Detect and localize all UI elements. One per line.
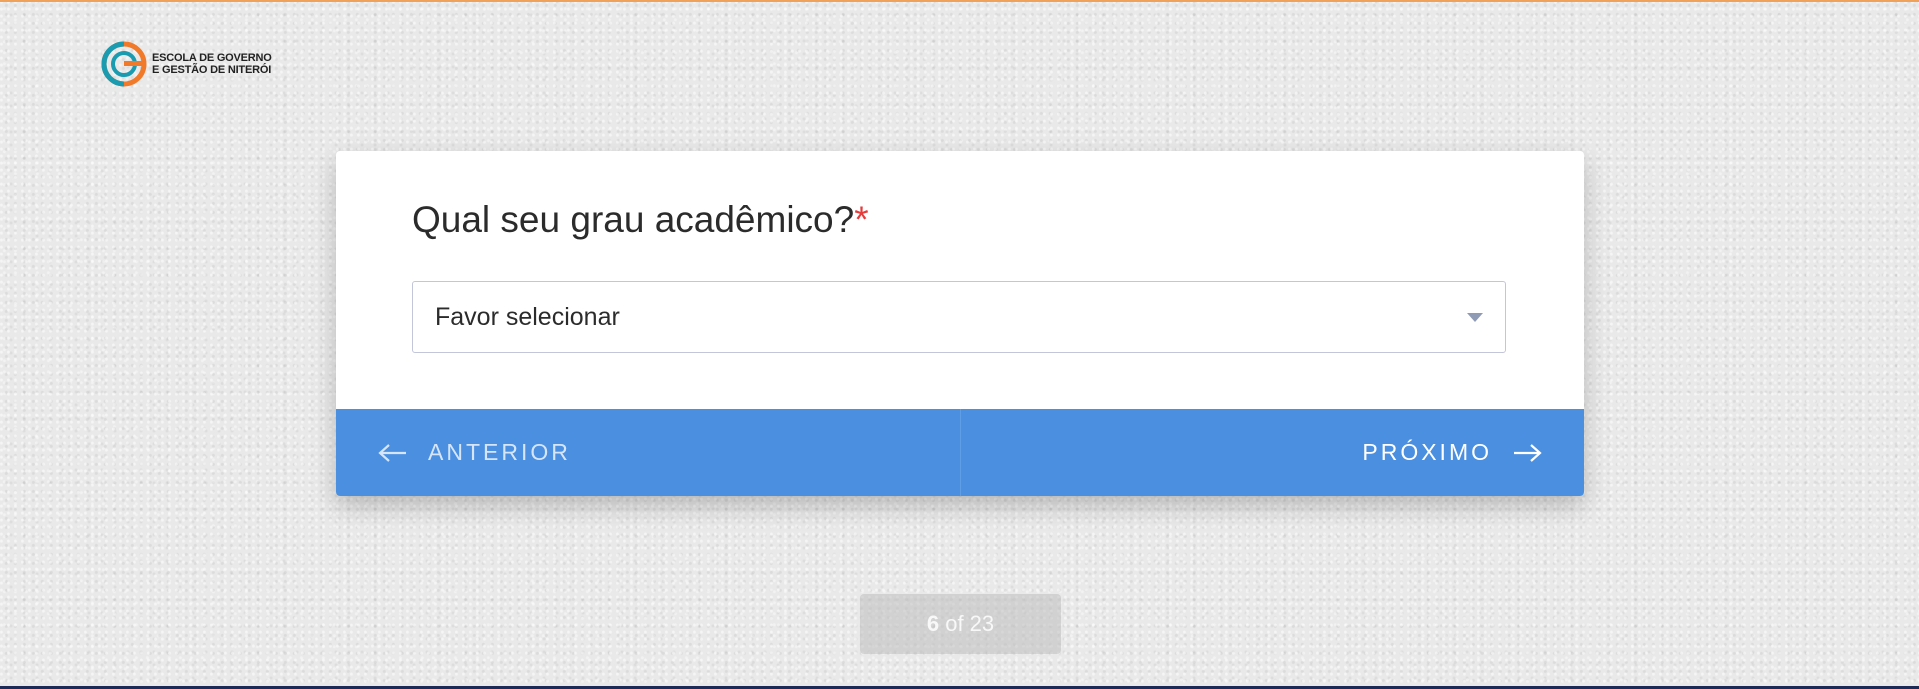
progress-indicator: 6 of 23 [860,594,1061,654]
arrow-right-icon [1514,443,1542,462]
arrow-left-icon [378,443,406,462]
academic-degree-select[interactable]: Favor selecionar [412,281,1506,353]
logo: ESCOLA DE GOVERNO E GESTÃO DE NITERÓI [100,40,272,88]
previous-button[interactable]: ANTERIOR [336,409,961,496]
question-card: Qual seu grau acadêmico?* Favor selecion… [336,151,1584,496]
logo-icon [101,41,147,87]
progress-current: 6 [926,611,940,636]
previous-label: ANTERIOR [428,439,571,465]
top-accent-line [0,0,1919,2]
next-button[interactable]: PRÓXIMO [961,409,1585,496]
required-marker: * [854,199,869,240]
navigation-bar: ANTERIOR PRÓXIMO [336,409,1584,496]
select-value: Favor selecionar [435,302,620,331]
logo-line-2: E GESTÃO DE NITERÓI [152,64,272,76]
logo-line-1: ESCOLA DE GOVERNO [152,52,272,64]
question-text: Qual seu grau acadêmico? [412,199,855,240]
question-title: Qual seu grau acadêmico?* [412,199,869,241]
next-label: PRÓXIMO [1362,439,1492,465]
progress-separator: of [939,611,970,636]
progress-total: 23 [969,611,995,636]
page: ESCOLA DE GOVERNO E GESTÃO DE NITERÓI Qu… [0,0,1919,689]
chevron-down-icon [1467,312,1483,322]
logo-text: ESCOLA DE GOVERNO E GESTÃO DE NITERÓI [152,52,272,76]
